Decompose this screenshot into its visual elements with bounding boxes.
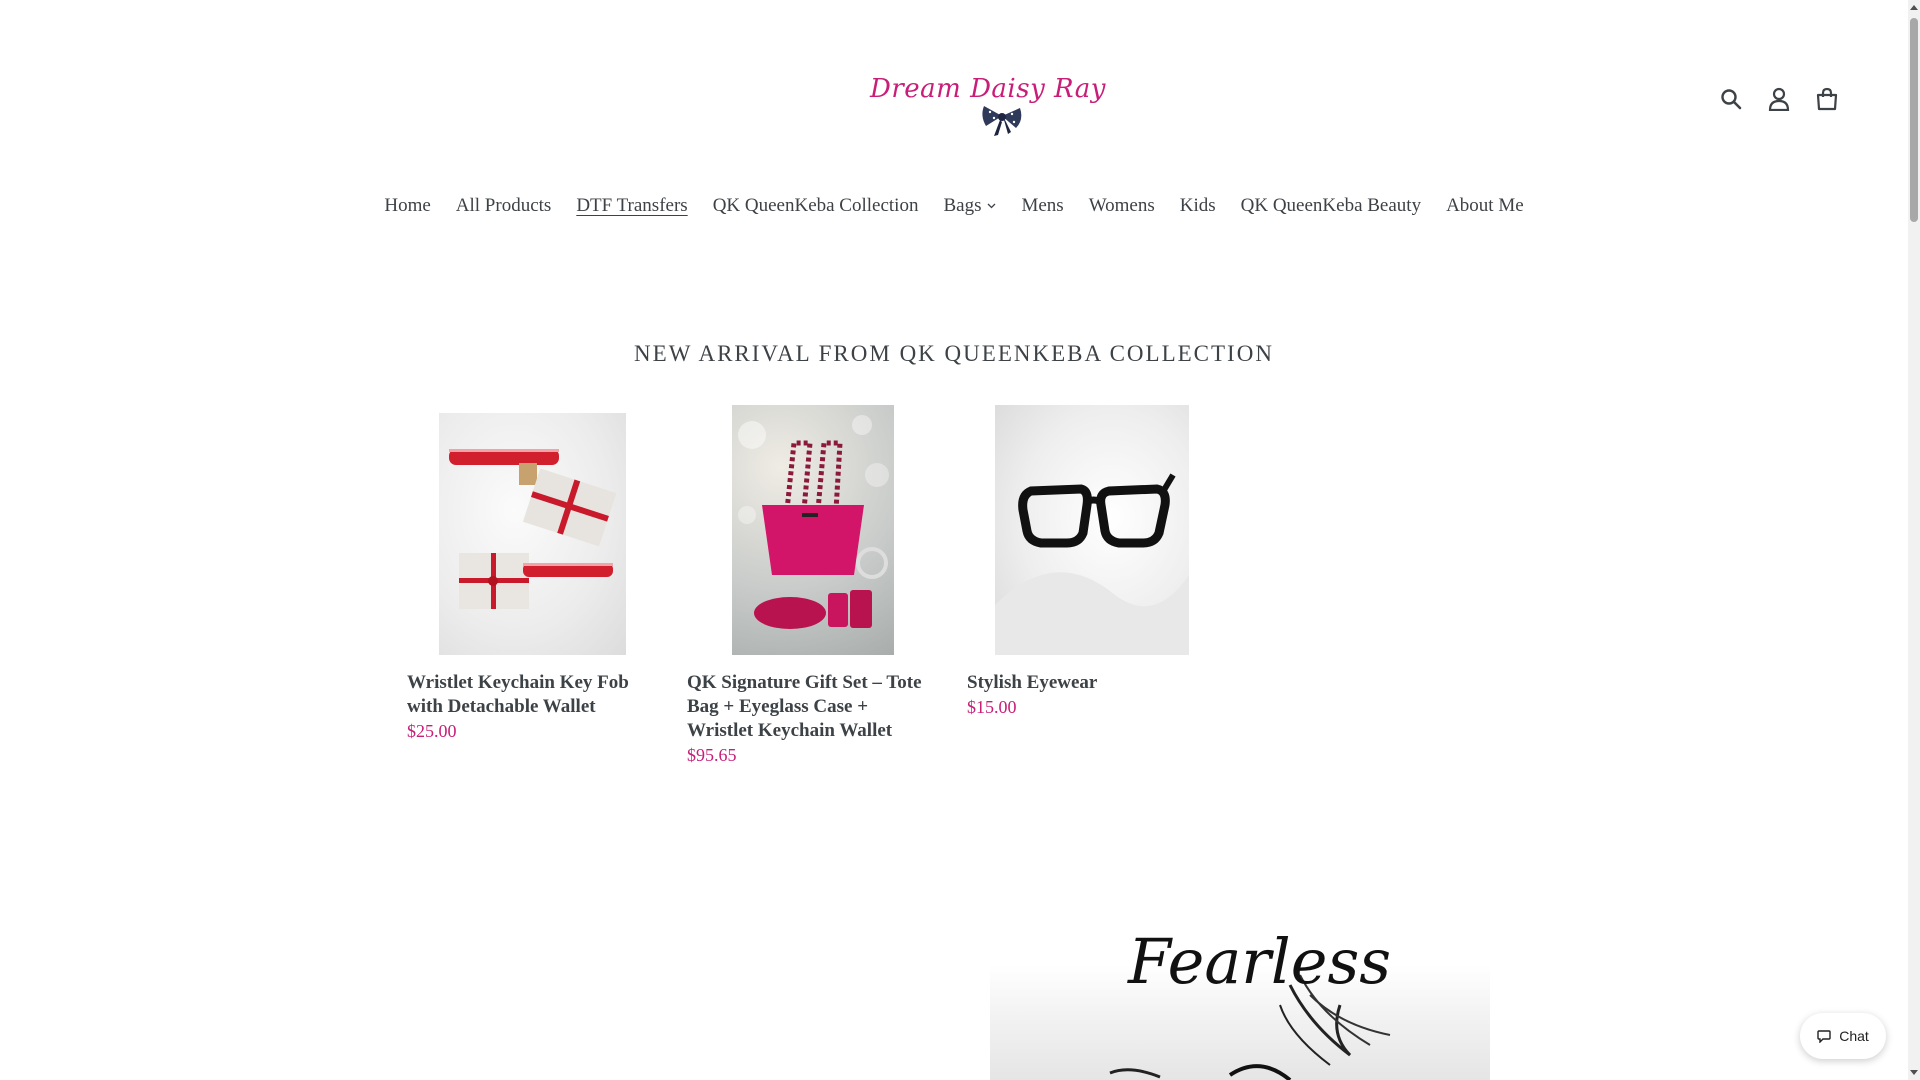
nav-item-label: QK QueenKeba Beauty	[1240, 195, 1422, 216]
nav-item-label: QK QueenKeba Collection	[712, 195, 919, 216]
nav-item-label: Womens	[1088, 195, 1155, 216]
chat-button[interactable]: Chat	[1800, 1013, 1886, 1059]
logo-text: Dream Daisy Ray	[870, 74, 1106, 104]
product-image[interactable]	[687, 405, 932, 655]
nav-item-kids[interactable]: Kids	[1167, 195, 1228, 217]
section-title: NEW ARRIVAL FROM QK QUEENKEBA COLLECTION	[634, 341, 1274, 367]
product-card[interactable]: Wristlet Keychain Key Fob with Detachabl…	[407, 405, 652, 743]
nav-item-label: Bags	[943, 195, 982, 216]
product-image[interactable]	[407, 405, 652, 655]
nav-item-label: DTF Transfers	[576, 195, 688, 216]
scrollbar[interactable]	[1908, 0, 1920, 1080]
scroll-up-arrow[interactable]	[1910, 2, 1918, 12]
chat-label: Chat	[1839, 1028, 1869, 1044]
main-nav: Home All Products DTF Transfers QK Queen…	[0, 195, 1908, 217]
nav-item-womens[interactable]: Womens	[1076, 195, 1167, 217]
nav-item-about-me[interactable]: About Me	[1434, 195, 1537, 217]
nav-item-qk-queenkeba-collection[interactable]: QK QueenKeba Collection	[700, 195, 931, 217]
search-icon[interactable]	[1718, 86, 1744, 112]
hero-banner: Fearless	[990, 925, 1490, 1080]
store-logo[interactable]: Dream Daisy Ray	[858, 68, 1105, 148]
nav-item-label: All Products	[455, 195, 552, 216]
product-title[interactable]: Stylish Eyewear	[967, 671, 1212, 695]
product-price: $15.00	[967, 697, 1017, 717]
nav-item-qk-queenkeba-beauty[interactable]: QK QueenKeba Beauty	[1228, 195, 1433, 217]
product-image[interactable]	[967, 405, 1212, 655]
nav-item-label: Mens	[1021, 195, 1064, 216]
product-price: $25.00	[407, 721, 457, 741]
nav-item-dtf-transfers[interactable]: DTF Transfers	[564, 195, 700, 217]
nav-item-bags[interactable]: Bags	[931, 195, 1009, 217]
product-price: $95.65	[687, 745, 737, 765]
page: Dream Daisy Ray Home All Products DTF Tr…	[0, 0, 1920, 1080]
cart-icon[interactable]	[1814, 86, 1840, 112]
scroll-down-arrow[interactable]	[1910, 1068, 1918, 1078]
product-title[interactable]: Wristlet Keychain Key Fob with Detachabl…	[407, 671, 652, 719]
nav-item-label: Home	[384, 195, 431, 216]
nav-item-home[interactable]: Home	[372, 195, 443, 217]
hero-text: Fearless	[1128, 925, 1392, 998]
nav-item-all-products[interactable]: All Products	[443, 195, 564, 217]
chat-icon	[1817, 1030, 1831, 1043]
product-card[interactable]: QK Signature Gift Set – Tote Bag + Eyegl…	[687, 405, 932, 767]
account-icon[interactable]	[1766, 86, 1792, 112]
bow-icon	[982, 106, 1022, 136]
chevron-down-icon	[988, 203, 996, 209]
product-title[interactable]: QK Signature Gift Set – Tote Bag + Eyegl…	[687, 671, 932, 743]
product-card[interactable]: Stylish Eyewear $15.00	[967, 405, 1212, 719]
scroll-thumb[interactable]	[1910, 18, 1918, 222]
nav-item-label: About Me	[1446, 195, 1524, 216]
nav-item-label: Kids	[1179, 195, 1216, 216]
nav-item-mens[interactable]: Mens	[1009, 195, 1076, 217]
header-icons	[1718, 86, 1840, 112]
